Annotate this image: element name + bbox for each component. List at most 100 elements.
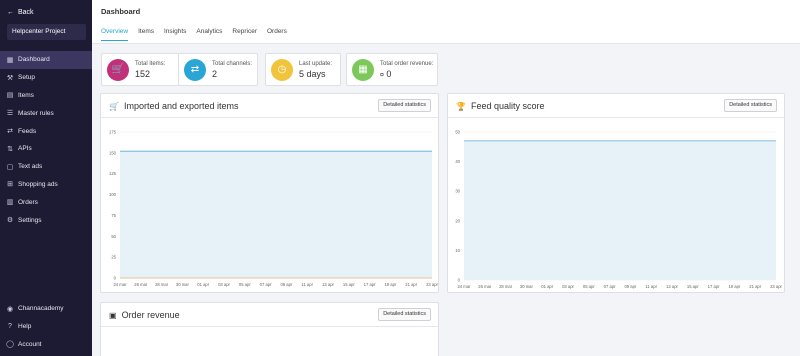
sidebar-item-label: Feeds (18, 127, 37, 135)
card-header: 🏆 Feed quality score Detailed statistics (448, 94, 784, 118)
x-tick-label: 03 apr (218, 282, 230, 287)
sidebar-item-label: Setup (18, 74, 35, 82)
calculator-icon: ▦ (352, 58, 374, 81)
y-tick-label: 100 (109, 192, 117, 197)
card-title: ▣ Order revenue (109, 310, 180, 320)
y-tick-label: 30 (455, 189, 460, 194)
series-area (120, 151, 432, 278)
tab-items[interactable]: Items (138, 28, 154, 41)
back-button[interactable]: ← Back (7, 9, 34, 16)
x-tick-label: 13 apr (322, 282, 334, 287)
sidebar-item-feeds[interactable]: ⇄ Feeds (0, 122, 92, 140)
card-title-text: Feed quality score (470, 101, 545, 111)
kpi-value: 2 (212, 68, 218, 79)
x-tick-label: 23 apr (770, 284, 782, 289)
page-title: Dashboard (101, 7, 141, 16)
x-tick-label: 26 mar (134, 282, 148, 287)
text-ads-icon: ▢ (6, 163, 14, 171)
detailed-statistics-button[interactable]: Detailed statistics (378, 308, 431, 321)
sidebar-bottom-nav: ◉ Channacademy ? Help ◯ Account (0, 300, 92, 353)
sidebar-item-label: Help (18, 323, 32, 331)
tab-analytics[interactable]: Analytics (196, 28, 222, 41)
sidebar-item-apis[interactable]: ⇅ APIs (0, 140, 92, 158)
x-tick-label: 24 mar (457, 284, 471, 289)
sidebar-item-setup[interactable]: ⚒ Setup (0, 69, 92, 87)
detailed-statistics-button[interactable]: Detailed statistics (378, 99, 431, 112)
x-tick-label: 30 mar (176, 282, 190, 287)
sidebar-item-label: Orders (18, 198, 38, 206)
cash-register-icon: ▣ (109, 310, 117, 320)
sidebar-item-label: Shopping ads (18, 180, 58, 188)
series-area (464, 140, 776, 280)
x-tick-label: 19 apr (728, 284, 740, 289)
clock-icon: ◷ (271, 58, 293, 81)
x-tick-label: 30 mar (520, 284, 534, 289)
y-tick-label: 150 (109, 150, 117, 155)
y-tick-label: 175 (109, 130, 117, 135)
y-tick-label: 0 (114, 276, 117, 281)
kpi-label: Last update: (299, 60, 333, 67)
sidebar-item-master-rules[interactable]: ☰ Master rules (0, 104, 92, 122)
x-tick-label: 03 apr (562, 284, 574, 289)
kpi-label: Total order revenue: (380, 60, 434, 67)
kpi-label: Total channels: (212, 60, 253, 67)
sidebar-item-label: Account (18, 340, 42, 348)
sidebar-item-help[interactable]: ? Help (0, 318, 92, 336)
shopping-icon: ⊞ (7, 181, 13, 189)
orders-icon: ▥ (6, 199, 14, 207)
api-icon: ⇅ (7, 145, 13, 153)
tab-repricer[interactable]: Repricer (232, 28, 257, 41)
y-tick-label: 75 (111, 213, 116, 218)
y-tick-label: 0 (458, 278, 461, 283)
kpi-total-channels: ⇄ Total channels: 2 (178, 53, 258, 86)
y-tick-label: 50 (111, 234, 116, 239)
sidebar-item-orders[interactable]: ▥ Orders (0, 193, 92, 211)
detailed-statistics-button[interactable]: Detailed statistics (724, 99, 777, 112)
x-tick-label: 11 apr (645, 284, 657, 289)
items-icon: ▤ (6, 92, 14, 100)
card-title-text: Order revenue (121, 310, 180, 320)
main-content: Dashboard Overview Items Insights Analyt… (92, 0, 800, 356)
x-tick-label: 24 mar (113, 282, 127, 287)
x-tick-label: 26 mar (478, 284, 492, 289)
feed-quality-chart: 0 10 20 30 40 50 24 mar 26 mar 28 mar 30 mar 01 ap… (455, 130, 782, 290)
swap-icon: ⇄ (184, 58, 206, 81)
tab-insights[interactable]: Insights (164, 28, 186, 41)
x-tick-label: 11 apr (301, 282, 313, 287)
x-tick-label: 17 apr (708, 284, 720, 289)
sidebar-item-label: Items (18, 91, 34, 99)
x-tick-label: 19 apr (384, 282, 396, 287)
sidebar-item-account[interactable]: ◯ Account (0, 336, 92, 354)
tab-overview[interactable]: Overview (101, 28, 129, 41)
x-tick-label: 07 apr (260, 282, 272, 287)
sidebar-item-settings[interactable]: ⚙ Settings (0, 211, 92, 229)
sidebar-item-shopping-ads[interactable]: ⊞ Shopping ads (0, 176, 92, 194)
imported-exported-chart: 0 25 50 75 100 125 150 175 24 mar 26 mar 28 mar 30 … (109, 130, 439, 288)
sidebar-item-items[interactable]: ▤ Items (0, 87, 92, 105)
currency-icon: ¤ (380, 71, 384, 79)
x-tick-label: 05 apr (239, 282, 251, 287)
sidebar-item-channacademy[interactable]: ◉ Channacademy (0, 300, 92, 318)
feed-quality-card: 🏆 Feed quality score Detailed statistics… (447, 93, 785, 293)
x-tick-label: 09 apr (624, 284, 636, 289)
settings-icon: ⚙ (6, 217, 14, 225)
cart-icon: 🛒 (109, 101, 119, 111)
sidebar-item-label: APIs (18, 145, 32, 153)
sidebar-item-label: Dashboard (18, 56, 50, 64)
x-tick-label: 28 mar (155, 282, 169, 287)
x-tick-label: 15 apr (687, 284, 699, 289)
sidebar-item-label: Master rules (18, 109, 54, 117)
project-selector[interactable]: Helpcenter Project (7, 24, 86, 40)
setup-icon: ⚒ (6, 74, 14, 82)
kpi-total-items: 🛒 Total items: 152 (101, 53, 179, 86)
tab-orders[interactable]: Orders (267, 28, 287, 41)
kpi-label: Total items: (135, 60, 166, 67)
kpi-value-row: ¤ 0 (380, 69, 433, 79)
sidebar-item-dashboard[interactable]: ▦ Dashboard (0, 51, 92, 69)
y-tick-label: 10 (455, 248, 460, 253)
help-icon: ? (8, 323, 12, 331)
card-header: ▣ Order revenue Detailed statistics (101, 303, 438, 327)
arrow-left-icon: ← (7, 9, 14, 16)
kpi-value: 0 (386, 68, 392, 79)
sidebar-item-text-ads[interactable]: ▢ Text ads (0, 158, 92, 176)
